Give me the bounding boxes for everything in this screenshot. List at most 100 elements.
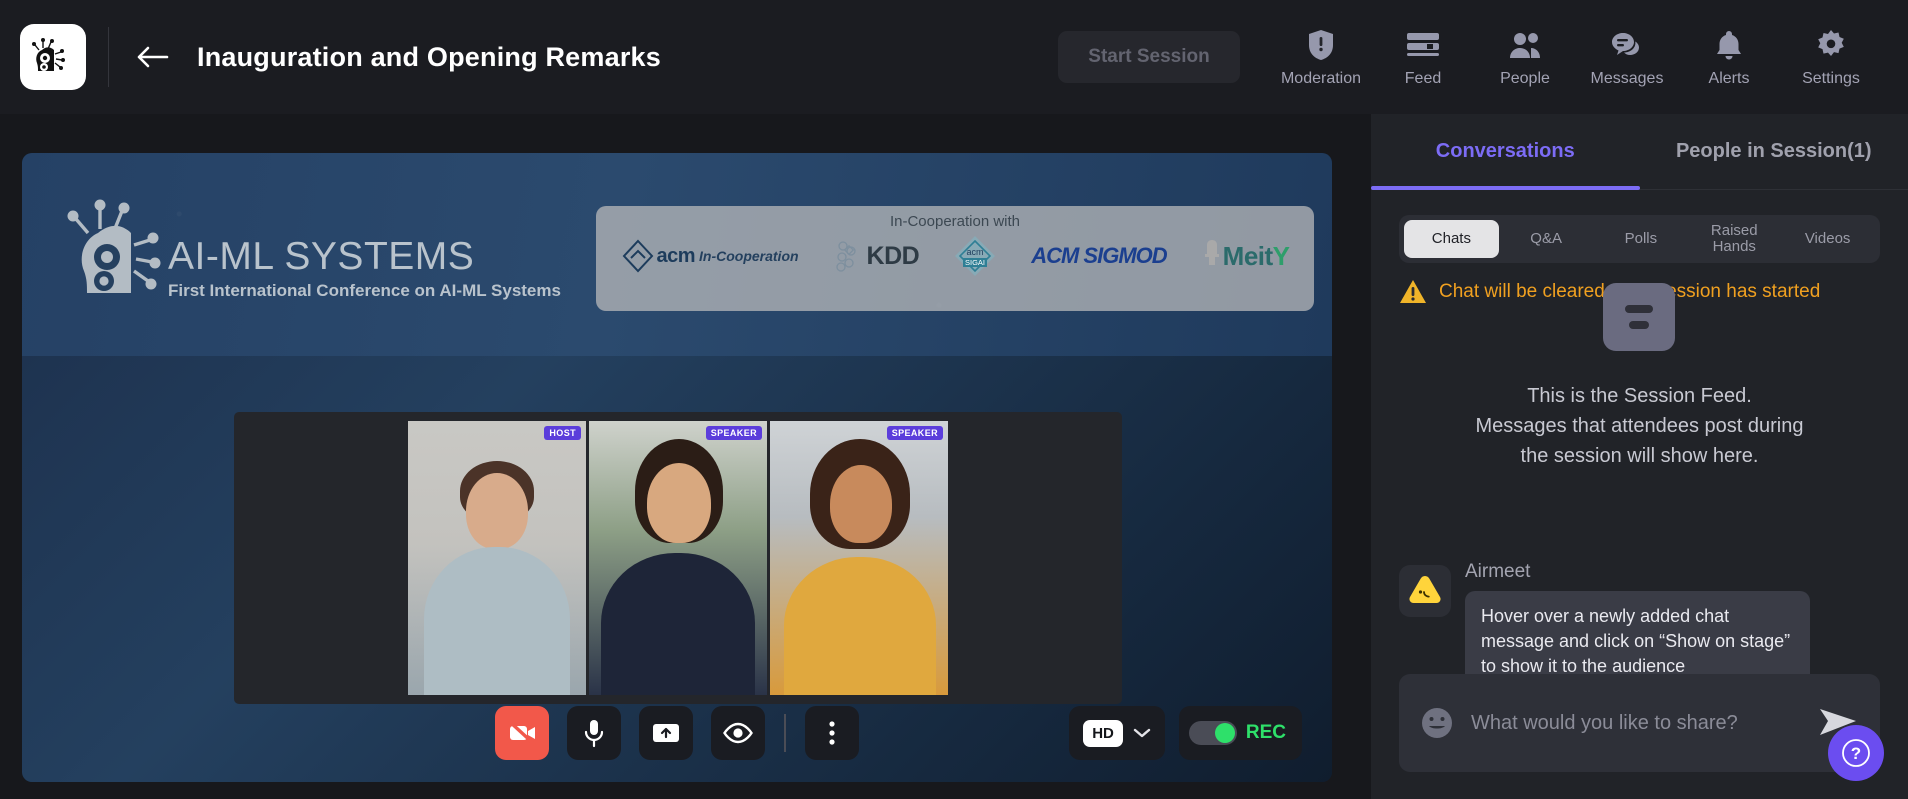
sponsor-acm-incooperation: acm In-Cooperation (620, 238, 799, 274)
sponsor-name: KDD (866, 241, 920, 270)
emblem-icon (1204, 240, 1219, 265)
chevron-down-icon (1133, 728, 1151, 738)
conference-title: AI-ML SYSTEMS (168, 235, 475, 278)
chat-composer[interactable] (1399, 674, 1880, 772)
empty-feed-line-3: the session will show here. (1520, 445, 1759, 467)
video-quality-selector[interactable]: HD (1069, 706, 1165, 760)
event-banner: AI-ML SYSTEMS First International Confer… (22, 153, 1332, 356)
svg-text:?: ? (1851, 744, 1861, 763)
page-title: Inauguration and Opening Remarks (197, 41, 661, 72)
video-tiles-container: HOST SPEAKER SPEAKER (234, 412, 1122, 704)
role-badge: SPEAKER (705, 426, 762, 440)
side-panel: Conversations People in Session(1) Chats… (1371, 114, 1908, 799)
nav-label: Settings (1802, 69, 1860, 87)
tab-people-in-session[interactable]: People in Session(1) (1640, 114, 1908, 189)
participant-video (589, 421, 767, 695)
back-button[interactable] (131, 36, 173, 78)
sponsor-meity: MeitY (1201, 236, 1290, 276)
eye-icon (723, 722, 753, 744)
sponsor-name: MeitY (1222, 240, 1290, 271)
participant-video (408, 421, 586, 695)
chat-input[interactable] (1471, 711, 1800, 735)
nav-item-messages[interactable]: Messages (1576, 27, 1678, 88)
avatar (1399, 565, 1451, 617)
ai-ml-systems-logo-icon (67, 199, 161, 293)
sponsor-name: ACM SIGMOD (1031, 243, 1167, 268)
conference-logo (20, 24, 86, 90)
toolbar-right-controls: HD REC (1069, 706, 1302, 760)
video-tile[interactable]: HOST (408, 421, 586, 695)
sponsor-tagline: In-Cooperation (699, 248, 799, 264)
video-tile[interactable]: SPEAKER (589, 421, 767, 695)
sponsor-heading: In-Cooperation with (889, 213, 1021, 230)
header-divider (108, 27, 109, 87)
help-button[interactable]: ? (1828, 725, 1884, 781)
subtab-videos[interactable]: Videos (1780, 220, 1875, 258)
warning-triangle-icon (1400, 280, 1426, 303)
subtab-qa[interactable]: Q&A (1499, 220, 1594, 258)
shield-alert-icon (1307, 27, 1335, 61)
airmeet-avatar-icon (1409, 576, 1441, 603)
gear-icon (1815, 27, 1847, 61)
question-mark-icon: ? (1842, 739, 1870, 767)
conference-subtitle: First International Conference on AI-ML … (168, 281, 561, 300)
nav-label: People (1500, 69, 1550, 87)
quality-chip: HD (1083, 719, 1123, 747)
empty-feed-line-2: Messages that attendees post during (1475, 415, 1804, 437)
nav-label: Feed (1404, 69, 1442, 87)
app-header: Inauguration and Opening Remarks Start S… (0, 0, 1908, 114)
sponsor-acm-sigmod: ACM SIGMOD (1031, 243, 1167, 269)
camera-toggle-button[interactable] (495, 706, 549, 760)
sponsor-logos: acm In-Cooperation KDD acm SIGAI ACM SIG… (620, 234, 1290, 278)
start-session-button[interactable]: Start Session (1058, 31, 1240, 83)
share-screen-button[interactable] (639, 706, 693, 760)
stage-toolbar: HD REC (22, 706, 1332, 760)
session-stage: AI-ML SYSTEMS First International Confer… (22, 153, 1332, 782)
participant-video (770, 421, 948, 695)
role-badge: HOST (544, 426, 581, 440)
nav-label: Alerts (1708, 69, 1750, 87)
session-feed-icon (1603, 283, 1675, 351)
nav-item-alerts[interactable]: Alerts (1678, 27, 1780, 88)
sponsor-kdd: KDD (833, 238, 920, 274)
chat-message: Airmeet Hover over a newly added chat me… (1399, 561, 1880, 692)
svg-text:acm: acm (967, 247, 984, 257)
nav-label: Moderation (1280, 69, 1362, 87)
subtab-raised-hands[interactable]: Raised Hands (1688, 220, 1780, 258)
subtab-chats[interactable]: Chats (1404, 220, 1499, 258)
video-tile[interactable]: SPEAKER (770, 421, 948, 695)
recording-toggle[interactable]: REC (1178, 706, 1302, 760)
acm-diamond-icon (623, 239, 654, 273)
empty-feed-state: This is the Session Feed. Messages that … (1371, 283, 1908, 561)
acm-sigai-diamond-icon: acm SIGAI (955, 236, 996, 276)
messages-icon (1610, 27, 1644, 61)
kdd-flower-icon (835, 241, 856, 272)
feed-list-icon (1406, 27, 1440, 61)
subtab-polls[interactable]: Polls (1594, 220, 1689, 258)
header-actions: Start Session Moderation Feed People Mes… (1058, 27, 1908, 88)
ai-brain-circuit-logo-icon (32, 38, 65, 71)
nav-item-feed[interactable]: Feed (1372, 27, 1474, 88)
sponsor-bar: In-Cooperation with acm In-Cooperation K… (596, 206, 1314, 311)
nav-item-settings[interactable]: Settings (1780, 27, 1882, 88)
panel-tabs: Conversations People in Session(1) (1371, 114, 1908, 190)
share-screen-icon (653, 724, 679, 742)
microphone-icon (584, 720, 604, 748)
tab-conversations[interactable]: Conversations (1371, 114, 1640, 190)
main-body: AI-ML SYSTEMS First International Confer… (0, 114, 1908, 799)
back-arrow-icon (137, 46, 169, 68)
nav-item-moderation[interactable]: Moderation (1270, 27, 1372, 88)
nav-label: Messages (1590, 69, 1664, 87)
empty-feed-text: This is the Session Feed. Messages that … (1371, 381, 1908, 471)
message-author: Airmeet (1465, 561, 1531, 582)
preview-button[interactable] (711, 706, 765, 760)
nav-item-people[interactable]: People (1474, 27, 1576, 88)
rec-switch[interactable] (1188, 721, 1237, 745)
stage-backdrop: HOST SPEAKER SPEAKER HD REC (22, 356, 1332, 782)
sponsor-acm-sigai: acm SIGAI (953, 234, 997, 278)
role-badge: SPEAKER (886, 426, 943, 440)
camera-off-icon (508, 720, 536, 746)
emoji-smiley-icon[interactable] (1419, 705, 1455, 741)
microphone-toggle-button[interactable] (567, 706, 621, 760)
more-options-button[interactable] (805, 706, 859, 760)
